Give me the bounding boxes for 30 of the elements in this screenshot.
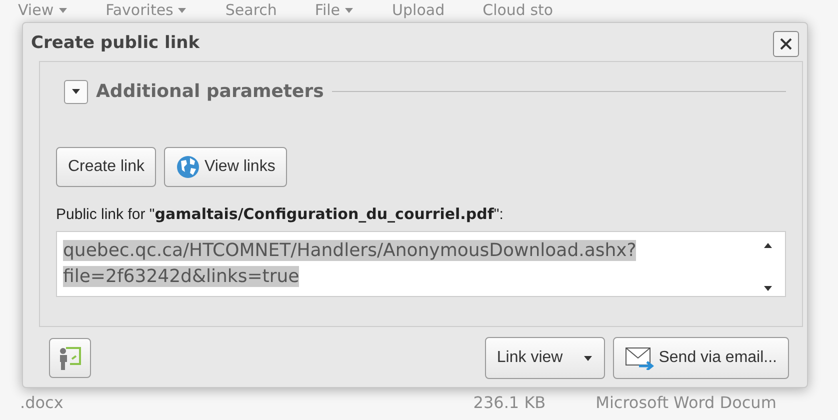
caret-icon <box>58 7 68 14</box>
envelope-icon <box>624 346 655 370</box>
caret-icon <box>344 7 354 14</box>
file-name: .docx <box>20 392 64 414</box>
toolbar-item[interactable]: File <box>314 3 354 18</box>
toolbar-item[interactable]: View <box>18 3 68 18</box>
close-button[interactable] <box>773 31 799 57</box>
caret-icon <box>177 7 188 14</box>
file-size: 236.1 KB <box>473 392 546 414</box>
create-link-button[interactable]: Create link <box>56 147 156 187</box>
link-field[interactable]: quebec.qc.ca/HTCOMNET/Handlers/AnonymousDownload.ashx? file=2f63242d&links=true <box>56 230 786 296</box>
help-button[interactable] <box>49 338 91 378</box>
globe-icon <box>176 155 200 179</box>
link-label: Public link for "gamaltais/Configuration_du_courriel.pdf": <box>56 204 504 225</box>
view-links-button[interactable]: View links <box>164 147 288 187</box>
send-email-button[interactable]: Send via email... <box>612 337 789 379</box>
file-type: Microsoft Word Docum <box>596 392 776 414</box>
close-icon <box>779 37 793 51</box>
caret-down-icon <box>71 88 81 95</box>
link-view-button[interactable]: Link view <box>484 337 605 379</box>
scroll-up-icon <box>763 242 773 248</box>
toolbar-item[interactable]: Upload <box>392 3 445 18</box>
caret-icon <box>582 354 593 362</box>
expand-toggle[interactable] <box>64 80 88 104</box>
dialog-title: Create public link <box>31 32 200 56</box>
section-legend: Additional parameters <box>96 78 324 105</box>
toolbar-item[interactable]: Cloud sto <box>482 3 554 18</box>
toolbar-item[interactable]: Favorites <box>106 3 188 18</box>
toolbar-item[interactable]: Search <box>225 3 277 18</box>
scroll-down-icon <box>763 284 773 292</box>
